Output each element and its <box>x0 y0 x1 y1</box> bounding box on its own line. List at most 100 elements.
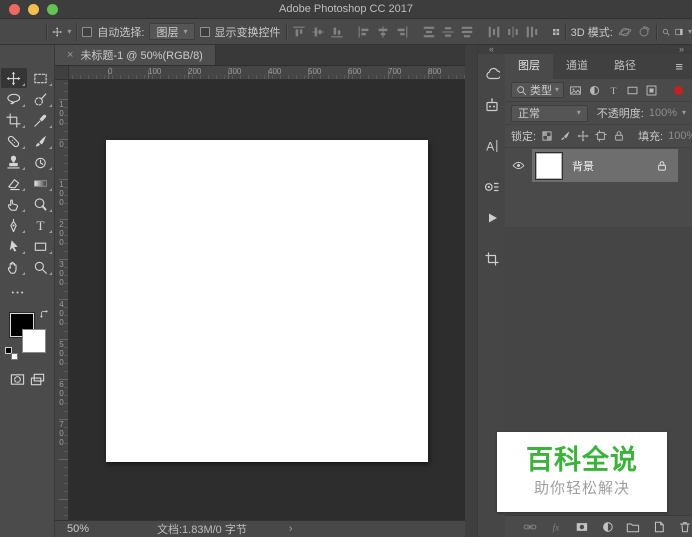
move-tool[interactable] <box>0 68 27 88</box>
tab-layers[interactable]: 图层 <box>505 54 553 79</box>
document-canvas[interactable] <box>106 140 428 462</box>
align-center-icon[interactable] <box>376 25 390 39</box>
quick-mask-button[interactable] <box>7 371 27 387</box>
current-tool-icon[interactable] <box>52 23 63 41</box>
dist-bottom-icon[interactable] <box>460 25 474 39</box>
canvas-pasteboard[interactable] <box>69 80 465 520</box>
tab-close-icon[interactable]: × <box>67 49 73 61</box>
distribute-grid-icon[interactable] <box>552 25 560 39</box>
eyedropper-tool[interactable] <box>28 110 54 130</box>
zoom-tool[interactable] <box>28 257 54 277</box>
layer-row[interactable]: 背景 <box>505 149 692 182</box>
expand-panels-icon[interactable]: « <box>478 45 505 54</box>
filter-adjustment-icon[interactable] <box>588 84 601 97</box>
paragraph-panel[interactable] <box>479 175 505 199</box>
layer-style-fx-icon[interactable]: fx <box>549 520 563 534</box>
blend-mode-dropdown[interactable]: 正常 ▾ <box>511 104 588 122</box>
tab-channels[interactable]: 通道 <box>553 54 601 79</box>
spin-3d-icon[interactable] <box>637 25 651 39</box>
edit-toolbar-button[interactable] <box>4 285 30 299</box>
opacity-field[interactable]: 100% <box>649 107 677 119</box>
properties-panel[interactable] <box>479 247 505 271</box>
shape-tool[interactable] <box>28 236 54 256</box>
filter-type-dropdown[interactable]: 类型 ▾ <box>511 82 565 98</box>
path-select-tool[interactable] <box>1 236 27 256</box>
pen-tool[interactable] <box>1 215 27 235</box>
crop-tool[interactable] <box>1 110 27 130</box>
lock-transparent-icon[interactable] <box>541 130 553 142</box>
dist-left-icon[interactable] <box>487 25 501 39</box>
lasso-tool[interactable] <box>1 89 27 109</box>
layer-mask-icon[interactable] <box>575 520 589 534</box>
orbit-3d-icon[interactable] <box>618 25 632 39</box>
layer-thumbnail[interactable] <box>535 151 563 180</box>
chevron-down-icon[interactable]: ▾ <box>682 109 686 117</box>
actions-panel[interactable] <box>479 206 505 230</box>
character-panel[interactable]: A <box>479 134 505 158</box>
status-chevron-icon[interactable]: › <box>289 523 293 535</box>
fill-field[interactable]: 100% <box>668 130 692 142</box>
document-tab[interactable]: × 未标题-1 @ 50%(RGB/8) <box>55 45 216 65</box>
delete-layer-icon[interactable] <box>678 520 692 534</box>
layer-row-selected[interactable]: 背景 <box>532 149 678 182</box>
lock-artboard-icon[interactable] <box>595 130 607 142</box>
layer-group-icon[interactable] <box>626 520 640 534</box>
filter-type-icon[interactable]: T <box>607 84 620 97</box>
align-top-icon[interactable] <box>292 25 306 39</box>
show-transform-checkbox[interactable] <box>199 26 210 37</box>
workspace-switcher-icon[interactable] <box>675 25 683 39</box>
eraser-tool[interactable] <box>1 173 27 193</box>
dist-middle-icon[interactable] <box>441 25 455 39</box>
swap-colors-icon[interactable] <box>39 309 50 320</box>
adjustment-layer-icon[interactable] <box>601 520 615 534</box>
hand-tool[interactable] <box>1 257 27 277</box>
filter-toggle-light[interactable] <box>674 85 683 95</box>
history-brush-tool[interactable] <box>28 152 54 172</box>
tool-preset-chevron-icon[interactable]: ▾ <box>67 27 71 36</box>
brush-tool[interactable] <box>28 131 54 151</box>
marquee-tool[interactable] <box>28 68 54 88</box>
quick-select-tool[interactable] <box>28 89 54 109</box>
watermark-title: 百科全说 <box>526 444 638 475</box>
filter-shape-icon[interactable] <box>626 84 639 97</box>
tab-paths[interactable]: 路径 <box>601 54 649 79</box>
minimize-window-button[interactable] <box>28 4 39 15</box>
collapse-panels-icon[interactable]: » <box>505 45 692 54</box>
horizontal-ruler[interactable]: 0 100 200 300 400 500 600 700 800 <box>69 66 465 80</box>
lock-position-icon[interactable] <box>577 130 589 142</box>
link-layers-icon[interactable] <box>523 520 537 534</box>
zoom-window-button[interactable] <box>47 4 58 15</box>
dist-right-icon[interactable] <box>525 25 539 39</box>
adjustments-panel[interactable] <box>479 93 505 117</box>
new-layer-icon[interactable] <box>652 520 666 534</box>
panel-menu-icon[interactable]: ≡ <box>666 54 692 79</box>
align-left-icon[interactable] <box>357 25 371 39</box>
workspace-chevron-icon[interactable]: ▾ <box>688 27 692 36</box>
align-middle-icon[interactable] <box>311 25 325 39</box>
dist-top-icon[interactable] <box>422 25 436 39</box>
type-tool[interactable]: T <box>28 215 54 235</box>
gradient-tool[interactable] <box>28 173 54 193</box>
align-right-icon[interactable] <box>395 25 409 39</box>
auto-select-checkbox[interactable] <box>82 26 93 37</box>
lock-paint-icon[interactable] <box>559 130 571 142</box>
dodge-tool[interactable] <box>28 194 54 214</box>
lock-all-icon[interactable] <box>613 130 625 142</box>
auto-select-dropdown[interactable]: 图层 ▾ <box>149 23 195 40</box>
search-icon[interactable] <box>662 25 670 39</box>
filter-pixel-icon[interactable] <box>569 84 582 97</box>
shapes-panel[interactable] <box>479 62 505 86</box>
default-colors-icon[interactable] <box>5 347 18 360</box>
close-window-button[interactable] <box>9 4 20 15</box>
background-color-swatch[interactable] <box>22 329 46 353</box>
filter-smart-icon[interactable] <box>645 84 658 97</box>
align-bottom-icon[interactable] <box>330 25 344 39</box>
visibility-eye-icon[interactable] <box>512 159 525 172</box>
healing-tool[interactable] <box>1 131 27 151</box>
clone-stamp-tool[interactable] <box>1 152 27 172</box>
smudge-tool[interactable] <box>1 194 27 214</box>
screen-mode-button[interactable] <box>27 371 47 387</box>
dist-center-icon[interactable] <box>506 25 520 39</box>
vertical-ruler[interactable]: 100 0 100 200 300 400 500 600 700 <box>55 80 69 520</box>
zoom-level-field[interactable]: 50% <box>67 523 157 535</box>
